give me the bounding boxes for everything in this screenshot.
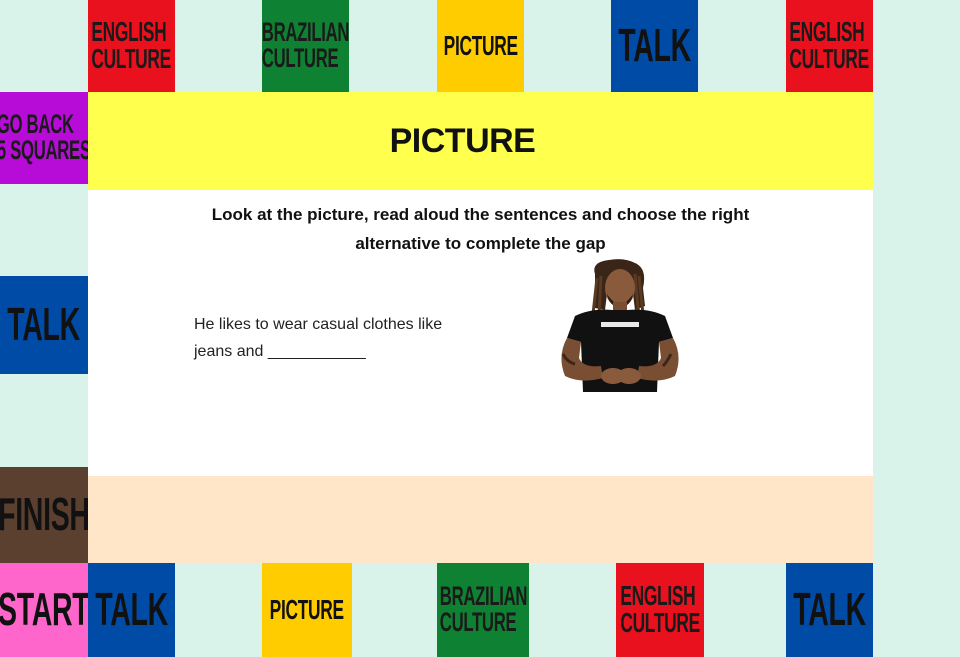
square-label: PICTURE — [269, 593, 345, 625]
square-label: START — [0, 583, 90, 636]
square-label: FINISH — [0, 488, 90, 541]
square-label: PICTURE — [443, 29, 518, 61]
square-label-line: GO BACK — [0, 109, 74, 140]
instruction-line: Look at the picture, read aloud the sent… — [211, 205, 750, 224]
card-header: PICTURE — [88, 92, 873, 190]
square-label: TALK — [793, 583, 866, 636]
square-english-culture-top-1[interactable]: ENGLISH CULTURE — [88, 0, 175, 92]
instruction-line: alternative to complete the gap — [355, 234, 606, 253]
square-talk-top[interactable]: TALK — [611, 0, 698, 92]
square-label-line: BRAZILIAN — [439, 581, 527, 612]
square-label: TALK — [618, 19, 691, 72]
square-start[interactable]: START — [0, 563, 90, 657]
square-go-back[interactable]: GO BACK 5 SQUARES — [0, 92, 91, 184]
square-label-line: ENGLISH — [91, 16, 167, 48]
gap-sentence: He likes to wear casual clothes like jea… — [194, 311, 524, 365]
sentence-line: He likes to wear casual clothes like — [194, 316, 443, 333]
square-label-line: BRAZILIAN — [261, 17, 350, 48]
card-title: PICTURE — [389, 121, 536, 160]
square-picture-bottom[interactable]: PICTURE — [262, 563, 352, 657]
square-brazilian-culture-bottom[interactable]: BRAZILIAN CULTURE — [437, 563, 529, 657]
square-finish[interactable]: FINISH — [0, 467, 90, 563]
square-picture-top[interactable]: PICTURE — [437, 0, 524, 92]
square-english-culture-bottom[interactable]: ENGLISH CULTURE — [616, 563, 704, 657]
square-label-line: ENGLISH — [789, 16, 865, 48]
square-label-line: CULTURE — [789, 43, 870, 74]
square-label-line: CULTURE — [91, 43, 172, 74]
question-card: Look at the picture, read aloud the sent… — [88, 190, 873, 476]
square-brazilian-culture-top[interactable]: BRAZILIAN CULTURE — [261, 0, 350, 92]
square-label: TALK — [95, 583, 168, 636]
square-talk-bottom-2[interactable]: TALK — [786, 563, 873, 657]
square-talk-bottom-1[interactable]: TALK — [88, 563, 175, 657]
instruction-text: Look at the picture, read aloud the sent… — [88, 200, 873, 258]
square-label-line: 5 SQUARES — [0, 135, 91, 165]
square-label-line: CULTURE — [620, 607, 700, 638]
square-label-line: CULTURE — [439, 607, 516, 637]
square-label: TALK — [7, 298, 81, 351]
square-label-line: ENGLISH — [620, 580, 696, 612]
footer-band — [88, 476, 873, 563]
man-photo — [551, 258, 689, 392]
sentence-line: jeans and ___________ — [194, 343, 366, 360]
square-label-line: CULTURE — [261, 43, 339, 73]
square-talk-left[interactable]: TALK — [0, 276, 88, 374]
square-english-culture-top-2[interactable]: ENGLISH CULTURE — [786, 0, 873, 92]
